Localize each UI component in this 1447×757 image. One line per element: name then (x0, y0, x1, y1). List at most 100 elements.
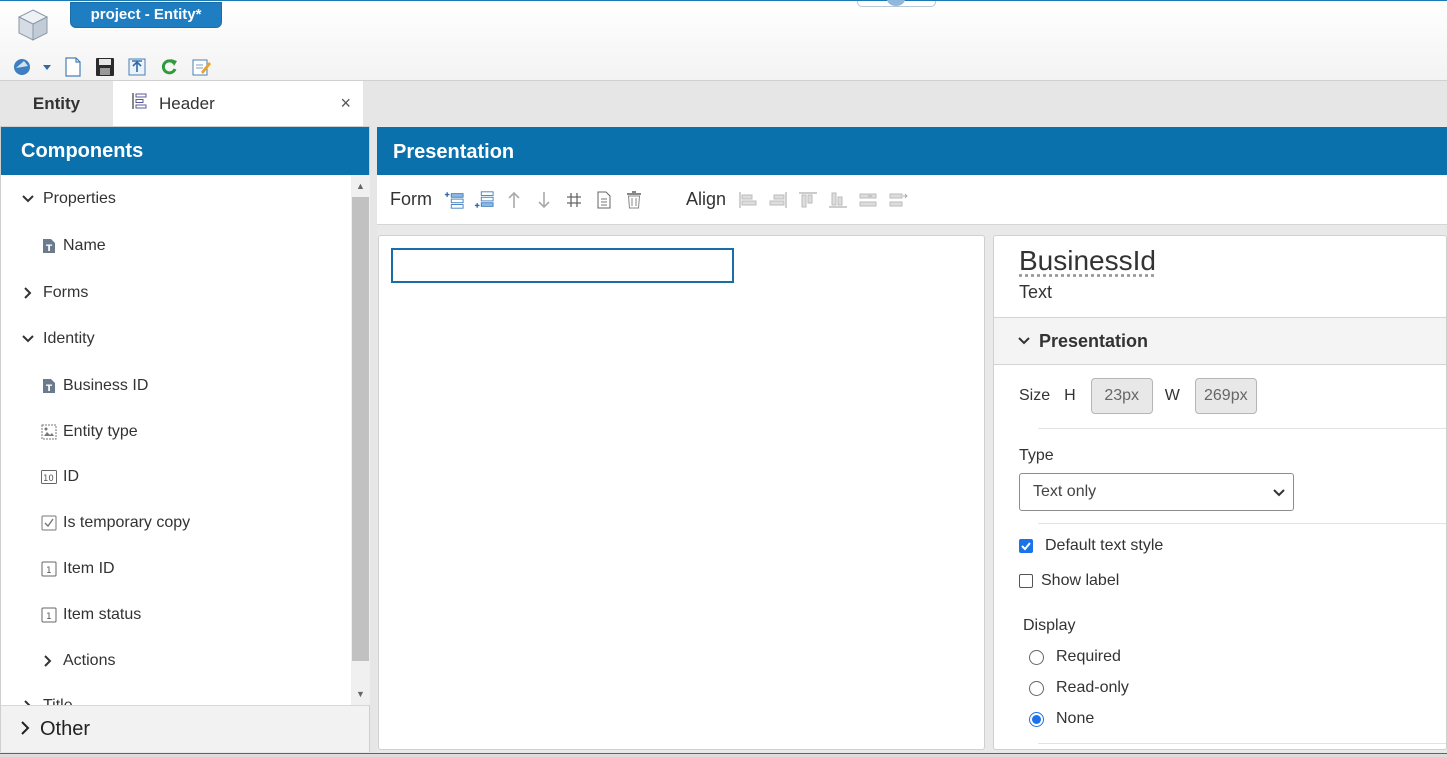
tree-label: Identity (43, 330, 95, 347)
grid-icon[interactable] (564, 190, 584, 210)
align-bottom-icon[interactable] (828, 190, 848, 210)
tab-header-label: Header (159, 93, 215, 113)
tree-group-actions[interactable]: Actions (41, 649, 115, 673)
scroll-up-icon[interactable]: ▲ (351, 177, 370, 195)
add-row-above-icon[interactable] (444, 190, 464, 210)
tree-label: Item status (63, 606, 142, 623)
move-down-icon[interactable] (534, 190, 554, 210)
display-none-radio[interactable]: None (1029, 709, 1094, 729)
close-tab-icon[interactable]: × (340, 93, 351, 114)
move-up-icon[interactable] (504, 190, 524, 210)
export-icon[interactable] (126, 56, 148, 78)
presentation-panel: Presentation Form Align BusinessId Text … (377, 126, 1447, 752)
form-canvas[interactable] (378, 235, 985, 750)
integer-field-icon: 1 (41, 561, 57, 577)
integer-field-icon: 1 (41, 607, 57, 623)
divider (1038, 523, 1446, 524)
display-required-radio[interactable]: Required (1029, 647, 1121, 667)
distribute-vertical-icon[interactable] (888, 190, 908, 210)
radio-unchecked-icon[interactable] (1029, 680, 1044, 696)
svg-text:T: T (46, 384, 53, 394)
size-row: Size H W (1019, 378, 1269, 414)
text-field-icon: T (41, 238, 57, 254)
tree-item-name[interactable]: T Name (41, 234, 106, 258)
chevron-right-icon (41, 655, 55, 667)
tree-group-title[interactable]: Title (21, 694, 73, 705)
checkbox-unchecked-icon[interactable] (1019, 574, 1033, 588)
chevron-right-icon (21, 718, 30, 741)
publish-dropdown-icon[interactable] (12, 56, 52, 78)
radio-unchecked-icon[interactable] (1029, 649, 1044, 665)
scroll-thumb[interactable] (352, 197, 369, 661)
tree-label: Business ID (63, 377, 149, 394)
checkbox-label: Default text style (1045, 537, 1164, 554)
display-label: Display (1023, 617, 1076, 634)
distribute-horizontal-icon[interactable] (858, 190, 878, 210)
tab-entity-label: Entity (32, 93, 81, 113)
height-label: H (1064, 387, 1076, 404)
scroll-down-icon[interactable]: ▼ (351, 685, 370, 703)
checkbox-field-icon (41, 515, 57, 531)
radio-label: None (1056, 710, 1095, 727)
chevron-down-icon (21, 195, 35, 203)
tree-item-entity-type[interactable]: Entity type (41, 420, 138, 444)
presentation-section-header[interactable]: Presentation (994, 317, 1446, 365)
field-name: BusinessId (1019, 245, 1156, 276)
other-label: Other (40, 717, 91, 740)
save-icon[interactable] (94, 56, 116, 78)
field-type: Text (1019, 282, 1053, 302)
components-title: Components (1, 127, 369, 175)
selected-business-id-field[interactable] (391, 248, 734, 283)
tab-entity[interactable]: Entity (0, 81, 113, 126)
width-label: W (1164, 387, 1180, 404)
tree-group-identity[interactable]: Identity (21, 327, 95, 351)
checkbox-checked-icon[interactable] (1019, 539, 1033, 553)
tree-label: Name (63, 237, 106, 254)
divider (1038, 743, 1446, 744)
new-document-icon[interactable] (62, 56, 84, 78)
refresh-icon[interactable] (158, 56, 180, 78)
width-input[interactable] (1194, 378, 1257, 414)
show-label-checkbox[interactable]: Show label (1019, 571, 1119, 591)
align-left-icon[interactable] (738, 190, 758, 210)
tree-group-forms[interactable]: Forms (21, 281, 88, 305)
header-layout-icon (131, 92, 149, 115)
cube-logo-icon (15, 7, 51, 43)
presentation-toolbar: Form Align (377, 175, 1447, 225)
number-field-icon: 10 (41, 469, 57, 485)
svg-text:10: 10 (43, 474, 54, 484)
divider (1038, 428, 1446, 429)
document-properties-icon[interactable] (594, 190, 614, 210)
checkbox-label: Show label (1041, 572, 1120, 589)
tree-label: Properties (43, 190, 116, 207)
top-handle[interactable] (857, 0, 936, 7)
components-scrollbar[interactable]: ▲ ▼ (351, 175, 370, 705)
tree-item-item-id[interactable]: 1 Item ID (41, 557, 115, 581)
tab-header[interactable]: Header × (113, 81, 363, 126)
align-top-icon[interactable] (798, 190, 818, 210)
tree-item-id[interactable]: 10 ID (41, 465, 79, 489)
svg-text:T: T (46, 244, 53, 254)
align-label: Align (686, 189, 727, 209)
chevron-right-icon (21, 287, 35, 299)
radio-checked-icon[interactable] (1029, 711, 1044, 727)
tree-item-business-id[interactable]: T Business ID (41, 374, 148, 398)
tree-item-item-status[interactable]: 1 Item status (41, 603, 141, 627)
text-field-icon: T (41, 378, 57, 394)
height-input[interactable] (1090, 378, 1153, 414)
display-read-only-radio[interactable]: Read-only (1029, 678, 1129, 698)
align-right-icon[interactable] (768, 190, 788, 210)
other-section[interactable]: Other (1, 705, 369, 752)
tree-label: Item ID (63, 560, 115, 577)
tree-item-is-temporary-copy[interactable]: Is temporary copy (41, 511, 190, 535)
type-select[interactable]: Text only (1019, 473, 1294, 511)
field-properties-panel: BusinessId Text Presentation Size H W Ty… (993, 235, 1447, 750)
edit-icon[interactable] (190, 56, 212, 78)
delete-icon[interactable] (624, 190, 644, 210)
tree-label: Forms (43, 284, 89, 301)
add-row-below-icon[interactable] (474, 190, 494, 210)
section-label: Presentation (1039, 330, 1149, 351)
bottom-edge (0, 753, 1447, 757)
default-text-style-checkbox[interactable]: Default text style (1019, 536, 1163, 556)
tree-group-properties[interactable]: Properties (21, 187, 116, 211)
